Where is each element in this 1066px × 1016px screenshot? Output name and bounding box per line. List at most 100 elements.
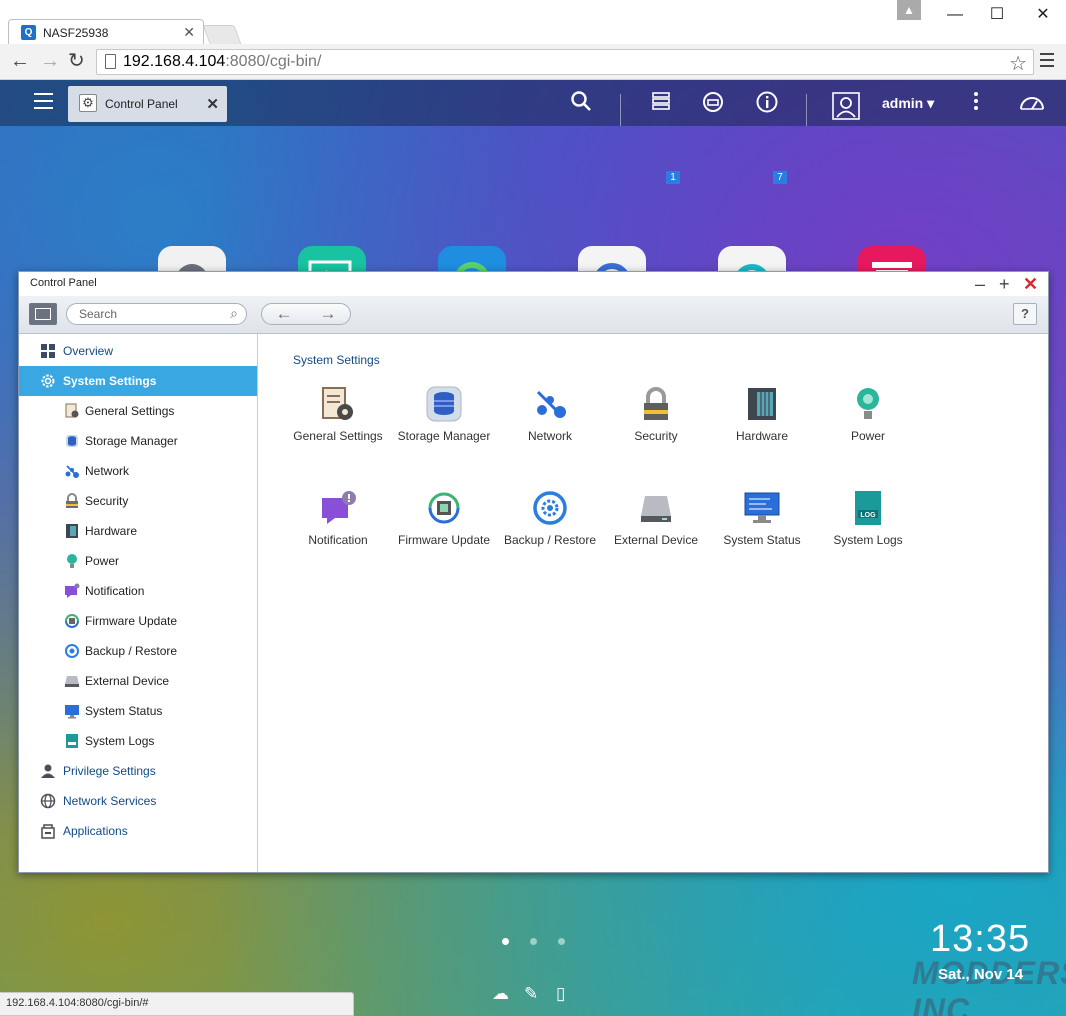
storage-icon: [426, 386, 462, 422]
sidebar-item-storage-manager[interactable]: Storage Manager: [19, 426, 257, 456]
sidebar-item-notification[interactable]: Notification: [19, 576, 257, 606]
user-menu[interactable]: admin ▾: [882, 95, 934, 112]
sidebar-item-external-device[interactable]: External Device: [19, 666, 257, 696]
network-icon: [536, 390, 566, 418]
browser-tab[interactable]: Q NASF25938 ✕: [8, 19, 204, 45]
sidebar-item-security[interactable]: Security: [19, 486, 257, 516]
background-tasks-icon[interactable]: [650, 90, 672, 119]
notification-icon: [65, 583, 80, 598]
minimize-icon[interactable]: –: [975, 273, 985, 295]
app-tile-hardware[interactable]: Hardware: [709, 386, 815, 476]
back-button[interactable]: ←: [262, 304, 306, 324]
toggle-sidebar-button[interactable]: [29, 303, 57, 325]
event-notifications-icon[interactable]: [755, 90, 779, 121]
sidebar-item-network-services[interactable]: Network Services: [19, 786, 257, 816]
app-tile-general-settings[interactable]: General Settings: [285, 386, 391, 476]
close-icon[interactable]: ✕: [1023, 273, 1038, 295]
close-window-button[interactable]: ✕: [1020, 2, 1066, 28]
power-bulb-icon: [857, 388, 879, 419]
main-menu-icon[interactable]: [34, 93, 53, 114]
app-tile-storage-manager[interactable]: Storage Manager: [391, 386, 497, 476]
app-tile-label: Notification: [308, 533, 368, 547]
sidebar-item-privilege-settings[interactable]: Privilege Settings: [19, 756, 257, 786]
maximize-window-button[interactable]: ☐: [974, 2, 1020, 28]
browser-menu-icon[interactable]: [1040, 53, 1054, 71]
control-panel-window: Control Panel – + ✕ ⌕ ← → ? Overview Sys…: [18, 271, 1049, 873]
help-button[interactable]: ?: [1013, 303, 1037, 325]
sidebar-item-label: Applications: [63, 824, 128, 838]
status-url: 192.168.4.104:8080/cgi-bin/#: [6, 997, 149, 1009]
app-tile-label: Firmware Update: [397, 533, 491, 547]
qnap-favicon-icon: Q: [21, 25, 36, 40]
sidebar-item-hardware[interactable]: Hardware: [19, 516, 257, 546]
sidebar-item-power[interactable]: Power: [19, 546, 257, 576]
sidebar-item-label: Overview: [63, 344, 114, 358]
app-tile-label: Storage Manager: [397, 429, 491, 443]
dashboard-gauge-icon[interactable]: [1018, 90, 1046, 119]
search-input[interactable]: [79, 307, 219, 321]
lock-icon: [644, 387, 668, 420]
search-field[interactable]: ⌕: [66, 303, 247, 325]
app-tile-label: Security: [634, 429, 678, 443]
globe-icon: [40, 793, 56, 809]
address-bar[interactable]: 192.168.4.104:8080/cgi-bin/ ☆: [96, 49, 1034, 75]
minimize-window-button[interactable]: —: [932, 2, 978, 28]
sidebar-item-system-logs[interactable]: System Logs: [19, 726, 257, 756]
sidebar-item-network[interactable]: Network: [19, 456, 257, 486]
app-tile-system-status[interactable]: System Status: [709, 490, 815, 580]
back-icon[interactable]: ←: [10, 50, 30, 72]
window-toolbar: ⌕ ← → ?: [19, 296, 1048, 334]
close-icon[interactable]: ✕: [206, 95, 219, 113]
window-titlebar[interactable]: Control Panel – + ✕: [19, 272, 1048, 296]
taskbar-tab-label: Control Panel: [105, 97, 178, 111]
sidebar-item-overview[interactable]: Overview: [19, 336, 257, 366]
sidebar-item-system-settings[interactable]: System Settings: [19, 366, 257, 396]
page-icon: [105, 54, 116, 69]
page-indicator-dot[interactable]: [558, 938, 565, 945]
sidebar-item-backup-restore[interactable]: Backup / Restore: [19, 636, 257, 666]
sidebar-item-system-status[interactable]: System Status: [19, 696, 257, 726]
close-tab-icon[interactable]: ✕: [183, 24, 195, 41]
new-tab-button[interactable]: [202, 25, 242, 44]
sidebar-item-general-settings[interactable]: General Settings: [19, 396, 257, 426]
book-icon[interactable]: ▯: [556, 984, 565, 1004]
sidebar-item-firmware-update[interactable]: Firmware Update: [19, 606, 257, 636]
svg-text:LOG: LOG: [860, 512, 876, 519]
hardware-icon: [66, 524, 78, 538]
app-tile-system-logs[interactable]: LOG System Logs: [815, 490, 921, 580]
app-tile-security[interactable]: Security: [603, 386, 709, 476]
app-tile-backup-restore[interactable]: Backup / Restore: [497, 490, 603, 580]
sidebar-item-applications[interactable]: Applications: [19, 816, 257, 846]
app-tile-label: System Logs: [833, 533, 903, 547]
browser-toolbar: ← → ↻ 192.168.4.104:8080/cgi-bin/ ☆: [0, 44, 1066, 80]
avatar[interactable]: [832, 92, 860, 127]
more-options-icon[interactable]: [972, 90, 980, 119]
external-device-sync-icon[interactable]: [701, 90, 725, 121]
window-title: Control Panel: [30, 277, 97, 289]
taskbar-tab-control-panel[interactable]: ⚙ Control Panel ✕: [68, 86, 227, 122]
app-tile-notification[interactable]: Notification: [285, 490, 391, 580]
reload-icon[interactable]: ↻: [68, 50, 85, 72]
sidebar-item-label: System Settings: [63, 374, 157, 388]
sidebar-item-label: Storage Manager: [85, 434, 178, 448]
external-device-icon: [65, 676, 79, 687]
maximize-icon[interactable]: +: [999, 273, 1010, 295]
search-icon[interactable]: [570, 90, 592, 119]
app-tile-firmware-update[interactable]: Firmware Update: [391, 490, 497, 580]
forward-button[interactable]: →: [306, 304, 350, 324]
page-indicator-dot[interactable]: [502, 938, 509, 945]
app-tile-external-device[interactable]: External Device: [603, 490, 709, 580]
bookmark-star-icon[interactable]: ☆: [1009, 51, 1027, 76]
tools-icon[interactable]: ✎: [524, 984, 538, 1004]
lock-icon: [66, 493, 78, 508]
cloud-icon[interactable]: ☁: [492, 984, 509, 1004]
section-title: System Settings: [293, 353, 380, 367]
page-indicator-dot[interactable]: [530, 938, 537, 945]
app-tile-power[interactable]: Power: [815, 386, 921, 476]
forward-icon[interactable]: →: [40, 50, 60, 72]
app-tile-network[interactable]: Network: [497, 386, 603, 476]
search-icon[interactable]: ⌕: [230, 305, 238, 322]
gear-icon: [41, 374, 55, 388]
power-bulb-icon: [67, 554, 77, 568]
profile-icon[interactable]: ▲: [897, 0, 921, 20]
